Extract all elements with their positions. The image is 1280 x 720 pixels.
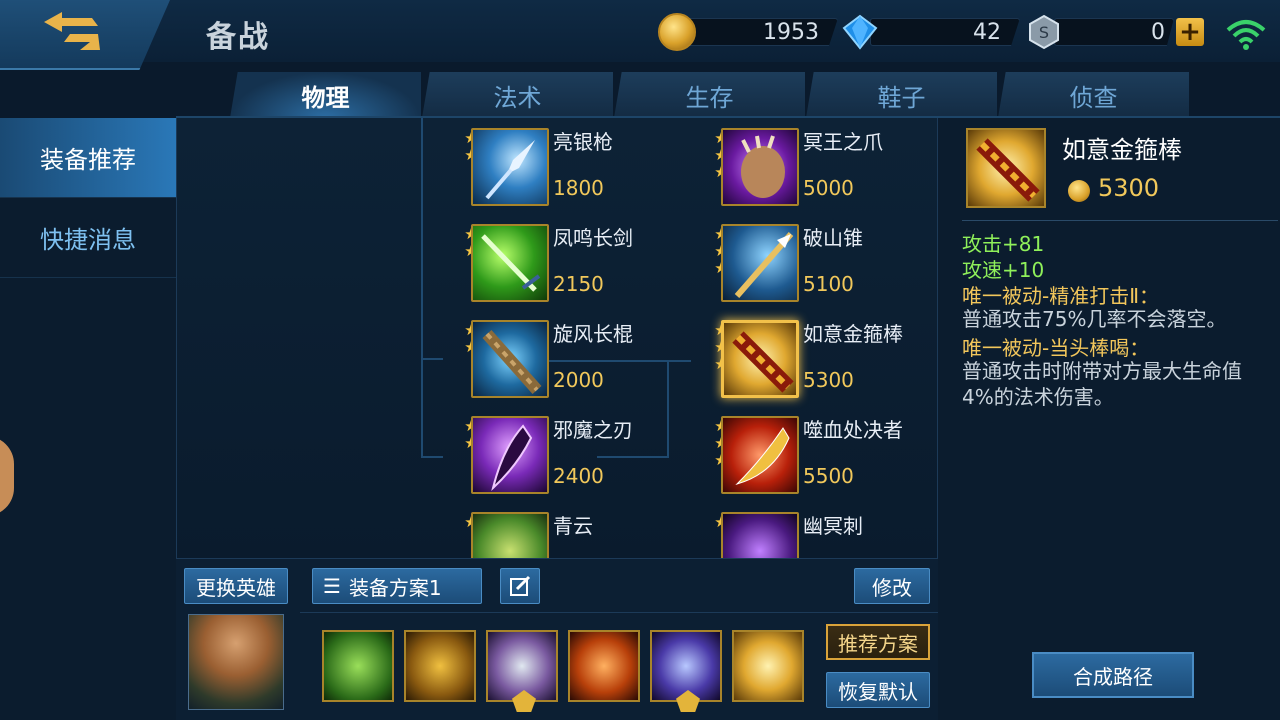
detail-item-name: 如意金箍棒	[1062, 136, 1182, 164]
tab-physical[interactable]: 物理	[230, 72, 422, 118]
item-card[interactable]: ★★★ 噬血处决者 5500	[713, 406, 933, 502]
items-column-right: ★★★ 冥王之爪 5000 ★★★ 破山锥 5100 ★★★ 如意金箍棒 530…	[713, 118, 933, 558]
gold-value: 1953	[686, 18, 838, 46]
equip-slot-boots[interactable]	[322, 630, 394, 702]
tree-line	[421, 358, 443, 360]
gold-coin-icon	[658, 13, 696, 51]
item-detail-panel: 如意金箍棒 5300 攻击+81 攻速+10 唯一被动-精准打击Ⅱ： 普通攻击7…	[938, 118, 1280, 720]
sidebar: 装备推荐 快捷消息	[0, 118, 200, 720]
equip-slot-cudgel[interactable]	[732, 630, 804, 702]
dagger-icon	[471, 416, 549, 494]
voucher-value: 0	[1054, 18, 1174, 46]
item-card[interactable]: ★★ 亮银枪 1800	[463, 118, 683, 214]
qingyun-icon	[471, 512, 549, 558]
voucher-icon: S	[1029, 14, 1059, 50]
item-card[interactable]: ★ 青云	[463, 502, 683, 558]
svg-text:S: S	[1039, 23, 1049, 42]
plan-label: 装备方案1	[348, 575, 442, 600]
divider	[962, 220, 1278, 221]
item-card[interactable]: ★ 幽冥刺	[713, 502, 933, 558]
items-column-left: ★★ 亮银枪 1800 ★★ 凤鸣长剑 2150 ★★ 旋风长棍 2000 ★★	[463, 118, 683, 558]
item-card[interactable]: ★★★ 冥王之爪 5000	[713, 118, 933, 214]
item-card[interactable]: ★★ 邪魔之刃 2400	[463, 406, 683, 502]
divider	[300, 612, 938, 613]
modify-button[interactable]: 修改	[854, 568, 930, 604]
tree-line	[421, 456, 443, 458]
top-bar: 备战 1953 42 S 0 +	[0, 0, 1280, 70]
side-drawer-handle[interactable]	[0, 436, 14, 516]
passive-description: 普通攻击75%几率不会落空。	[962, 307, 1227, 331]
recommend-plan-button[interactable]: 推荐方案	[826, 624, 930, 660]
category-tabs: 物理 法术 生存 鞋子 侦查	[230, 72, 1190, 118]
equip-slot-axe[interactable]	[486, 630, 558, 712]
equip-slot-cannon[interactable]	[568, 630, 640, 702]
equipment-plan-button[interactable]: ☰ 装备方案1	[312, 568, 482, 604]
gold-counter: 1953	[658, 13, 838, 51]
blood-blade-icon	[721, 416, 799, 494]
claw-icon	[721, 128, 799, 206]
shadow-thorn-icon	[721, 512, 799, 558]
mountain-spear-icon	[721, 224, 799, 302]
restore-default-button[interactable]: 恢复默认	[826, 672, 930, 708]
list-icon: ☰	[323, 574, 341, 598]
add-currency-button[interactable]: +	[1176, 18, 1204, 46]
page-title: 备战	[206, 20, 270, 55]
edit-plan-button[interactable]	[500, 568, 540, 604]
tree-line	[421, 118, 423, 458]
spear-icon	[471, 128, 549, 206]
hero-avatar[interactable]	[188, 614, 284, 710]
passive-title: 唯一被动-精准打击Ⅱ：	[962, 284, 1160, 308]
tab-jungle[interactable]: 侦查	[998, 72, 1190, 118]
sword-icon	[471, 224, 549, 302]
item-card[interactable]: ★★ 旋风长棍 2000	[463, 310, 683, 406]
wifi-icon	[1226, 20, 1266, 50]
equip-slot-blade[interactable]	[650, 630, 722, 712]
tab-defense[interactable]: 生存	[614, 72, 806, 118]
stat-attack-speed: 攻速+10	[962, 258, 1045, 282]
voucher-counter: S 0 +	[1028, 14, 1204, 50]
item-list-panel: ★★ 亮银枪 1800 ★★ 凤鸣长剑 2150 ★★ 旋风长棍 2000 ★★	[176, 118, 938, 558]
tab-magic[interactable]: 法术	[422, 72, 614, 118]
back-arrow-icon	[44, 12, 100, 50]
golden-cudgel-icon	[966, 128, 1046, 208]
stat-attack: 攻击+81	[962, 232, 1045, 256]
gold-coin-icon	[1068, 180, 1090, 202]
item-card[interactable]: ★★ 凤鸣长剑 2150	[463, 214, 683, 310]
sidebar-item-recommend[interactable]: 装备推荐	[0, 118, 200, 198]
item-card[interactable]: ★★★ 破山锥 5100	[713, 214, 933, 310]
tab-boots[interactable]: 鞋子	[806, 72, 998, 118]
passive-description: 普通攻击时附带对方最大生命值4%的法术伤害。	[962, 359, 1242, 409]
compose-path-button[interactable]: 合成路径	[1032, 652, 1194, 698]
diamond-value: 42	[870, 18, 1020, 46]
detail-item-price: 5300	[1098, 174, 1160, 202]
sidebar-item-quick-message[interactable]: 快捷消息	[0, 198, 176, 278]
back-button[interactable]	[0, 0, 170, 70]
diamond-icon	[842, 14, 878, 50]
golden-cudgel-icon	[721, 320, 799, 398]
diamond-counter: 42	[842, 14, 1020, 50]
edit-icon	[510, 575, 531, 596]
equip-slot-mask[interactable]	[404, 630, 476, 702]
change-hero-button[interactable]: 更换英雄	[184, 568, 288, 604]
item-card-selected[interactable]: ★★★ 如意金箍棒 5300	[713, 310, 933, 406]
passive-title: 唯一被动-当头棒喝：	[962, 336, 1150, 360]
staff-icon	[471, 320, 549, 398]
